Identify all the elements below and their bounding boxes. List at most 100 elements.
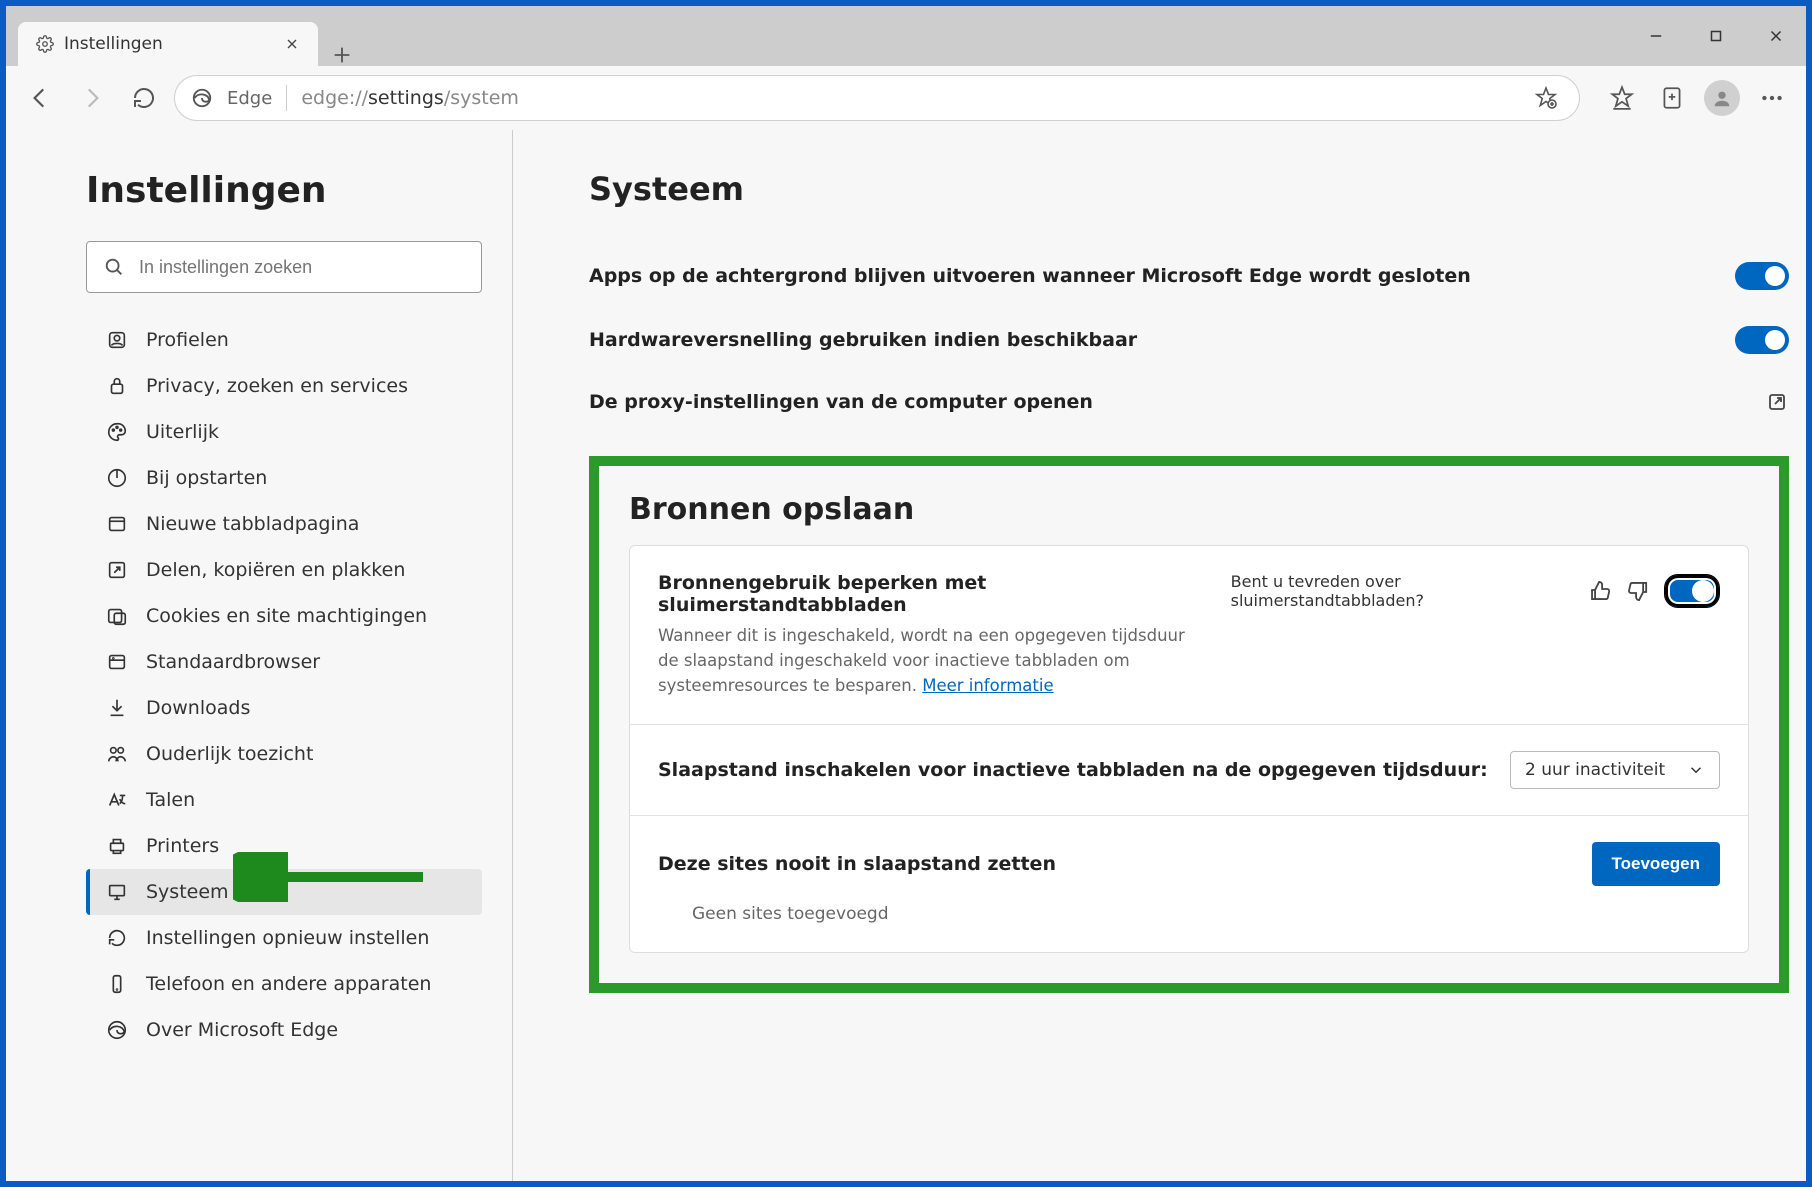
sleep-after-label: Slaapstand inschakelen voor inactieve ta… — [658, 759, 1488, 781]
power-icon — [106, 467, 128, 489]
phone-icon — [106, 973, 128, 995]
settings-content: Instellingen Profielen Privacy, zoeken e… — [6, 130, 1806, 1181]
sidebar-item-downloads[interactable]: Downloads — [86, 685, 482, 731]
tab-title: Instellingen — [64, 34, 163, 54]
window-icon — [106, 513, 128, 535]
address-bar[interactable]: Edge edge://settings/system — [174, 75, 1580, 121]
window-controls — [1626, 6, 1806, 66]
settings-search[interactable] — [86, 241, 482, 293]
sidebar-item-label: Privacy, zoeken en services — [146, 375, 408, 397]
titlebar: Instellingen — [6, 6, 1806, 66]
sidebar-title: Instellingen — [86, 170, 482, 211]
sidebar-item-label: Downloads — [146, 697, 250, 719]
card-section-never-sleep: Deze sites nooit in slaapstand zetten To… — [630, 816, 1748, 952]
add-site-button[interactable]: Toevoegen — [1592, 842, 1720, 886]
edge-logo-icon — [191, 87, 213, 109]
toggle-background-apps[interactable] — [1735, 262, 1789, 290]
thumbs-up-icon[interactable] — [1588, 578, 1612, 604]
toggle-hw-accel[interactable] — [1735, 326, 1789, 354]
row-proxy[interactable]: De proxy-instellingen van de computer op… — [589, 372, 1789, 432]
edge-label: Edge — [227, 88, 272, 109]
addr-divider — [286, 85, 287, 111]
chevron-down-icon — [1687, 761, 1705, 779]
more-button[interactable] — [1750, 76, 1794, 120]
profile-button[interactable] — [1700, 76, 1744, 120]
row-label: Apps op de achtergrond blijven uitvoeren… — [589, 265, 1471, 287]
sidebar-item-label: Systeem — [146, 881, 229, 903]
download-icon — [106, 697, 128, 719]
plus-icon — [331, 44, 353, 66]
reload-button[interactable] — [122, 76, 166, 120]
sidebar-item-label: Cookies en site machtigingen — [146, 605, 427, 627]
url-display[interactable]: edge://settings/system — [301, 87, 1515, 109]
sleeping-tabs-description: Wanneer dit is ingeschakeld, wordt na ee… — [658, 624, 1198, 698]
back-button[interactable] — [18, 76, 62, 120]
sidebar-item-phone[interactable]: Telefoon en andere apparaten — [86, 961, 482, 1007]
toggle-sleeping-tabs[interactable] — [1664, 574, 1720, 608]
favorites-button[interactable] — [1600, 76, 1644, 120]
sidebar-item-label: Printers — [146, 835, 219, 857]
gear-icon — [36, 35, 54, 53]
sidebar-item-default[interactable]: Standaardbrowser — [86, 639, 482, 685]
sidebar-item-label: Instellingen opnieuw instellen — [146, 927, 429, 949]
sidebar-item-label: Profielen — [146, 329, 229, 351]
monitor-icon — [106, 881, 128, 903]
card-section-sleep-after: Slaapstand inschakelen voor inactieve ta… — [630, 725, 1748, 816]
sidebar-item-languages[interactable]: Talen — [86, 777, 482, 823]
sidebar-item-label: Bij opstarten — [146, 467, 267, 489]
learn-more-link[interactable]: Meer informatie — [922, 676, 1053, 695]
browser-tab-settings[interactable]: Instellingen — [18, 22, 318, 66]
url-suffix: /system — [444, 87, 519, 109]
sidebar-item-label: Over Microsoft Edge — [146, 1019, 338, 1041]
sidebar-item-family[interactable]: Ouderlijk toezicht — [86, 731, 482, 777]
feedback-question: Bent u tevreden over sluimerstandtabblad… — [1231, 572, 1574, 610]
feedback-area: Bent u tevreden over sluimerstandtabblad… — [1231, 572, 1720, 610]
family-icon — [106, 743, 128, 765]
sidebar-item-printers[interactable]: Printers — [86, 823, 482, 869]
row-label: Hardwareversnelling gebruiken indien bes… — [589, 329, 1137, 351]
settings-sidebar: Instellingen Profielen Privacy, zoeken e… — [6, 130, 513, 1181]
sidebar-item-newtab[interactable]: Nieuwe tabbladpagina — [86, 501, 482, 547]
no-sites-note: Geen sites toegevoegd — [658, 886, 1720, 926]
sidebar-item-label: Telefoon en andere apparaten — [146, 973, 431, 995]
never-sleep-label: Deze sites nooit in slaapstand zetten — [658, 853, 1056, 875]
sidebar-item-label: Ouderlijk toezicht — [146, 743, 313, 765]
sidebar-item-about[interactable]: Over Microsoft Edge — [86, 1007, 482, 1053]
collections-button[interactable] — [1650, 76, 1694, 120]
highlight-resources-section: Bronnen opslaan Bronnengebruik beperken … — [589, 456, 1789, 993]
thumbs-down-icon[interactable] — [1626, 578, 1650, 604]
select-value: 2 uur inactiviteit — [1525, 760, 1665, 780]
palette-icon — [106, 421, 128, 443]
sleep-timeout-select[interactable]: 2 uur inactiviteit — [1510, 751, 1720, 789]
language-icon — [106, 789, 128, 811]
add-favorite-button[interactable] — [1529, 81, 1563, 115]
resources-card: Bronnengebruik beperken met sluimerstand… — [629, 545, 1749, 953]
sidebar-item-cookies[interactable]: Cookies en site machtigingen — [86, 593, 482, 639]
sidebar-item-label: Standaardbrowser — [146, 651, 320, 673]
browser-icon — [106, 651, 128, 673]
sidebar-item-startup[interactable]: Bij opstarten — [86, 455, 482, 501]
tabs-area: Instellingen — [6, 6, 366, 66]
settings-main: Systeem Apps op de achtergrond blijven u… — [513, 130, 1812, 1181]
printer-icon — [106, 835, 128, 857]
sidebar-item-share[interactable]: Delen, kopiëren en plakken — [86, 547, 482, 593]
settings-search-input[interactable] — [139, 257, 465, 278]
share-icon — [106, 559, 128, 581]
sidebar-item-appearance[interactable]: Uiterlijk — [86, 409, 482, 455]
sidebar-item-system[interactable]: Systeem — [86, 869, 482, 915]
sidebar-nav: Profielen Privacy, zoeken en services Ui… — [86, 317, 482, 1053]
sidebar-item-privacy[interactable]: Privacy, zoeken en services — [86, 363, 482, 409]
close-window-button[interactable] — [1746, 6, 1806, 66]
sidebar-item-label: Delen, kopiëren en plakken — [146, 559, 405, 581]
forward-button[interactable] — [70, 76, 114, 120]
section-title: Bronnen opslaan — [629, 492, 1749, 527]
sidebar-item-profiles[interactable]: Profielen — [86, 317, 482, 363]
minimize-button[interactable] — [1626, 6, 1686, 66]
maximize-button[interactable] — [1686, 6, 1746, 66]
close-icon[interactable] — [284, 36, 300, 52]
sidebar-item-reset[interactable]: Instellingen opnieuw instellen — [86, 915, 482, 961]
profile-icon — [106, 329, 128, 351]
url-prefix: edge:// — [301, 87, 368, 109]
edge-window: Instellingen Edge edge://settings/system — [6, 6, 1806, 1181]
new-tab-button[interactable] — [318, 44, 366, 66]
